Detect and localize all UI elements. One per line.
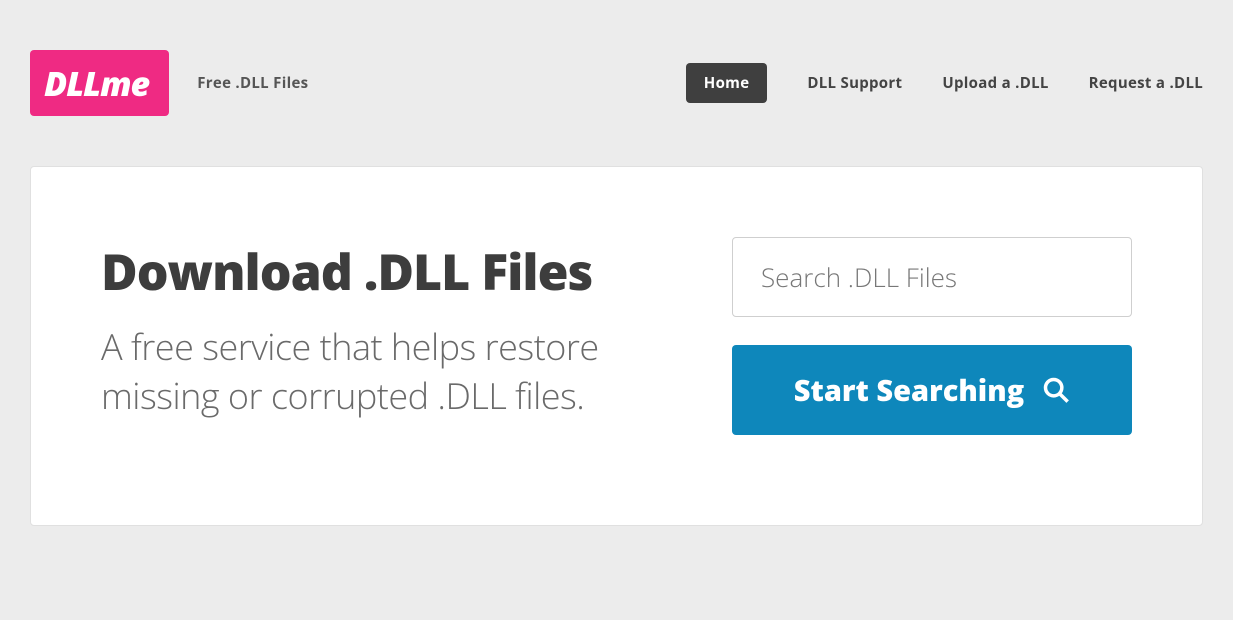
nav: Home DLL Support Upload a .DLL Request a… [686, 63, 1203, 103]
nav-dll-support[interactable]: DLL Support [807, 73, 902, 93]
search-panel: Start Searching [732, 237, 1132, 435]
nav-upload[interactable]: Upload a .DLL [942, 73, 1048, 93]
page-subtitle: A free service that helps restore missin… [101, 323, 672, 420]
logo[interactable]: DLLme [30, 50, 169, 116]
header: DLLme Free .DLL Files Home DLL Support U… [0, 0, 1233, 146]
nav-request[interactable]: Request a .DLL [1089, 73, 1203, 93]
search-icon [1042, 376, 1070, 404]
hero-card: Download .DLL Files A free service that … [30, 166, 1203, 526]
tagline: Free .DLL Files [197, 73, 308, 93]
search-button-label: Start Searching [794, 371, 1024, 410]
start-searching-button[interactable]: Start Searching [732, 345, 1132, 435]
nav-home[interactable]: Home [686, 63, 768, 103]
hero-text: Download .DLL Files A free service that … [101, 237, 672, 435]
search-input[interactable] [732, 237, 1132, 317]
page-title: Download .DLL Files [101, 237, 672, 305]
